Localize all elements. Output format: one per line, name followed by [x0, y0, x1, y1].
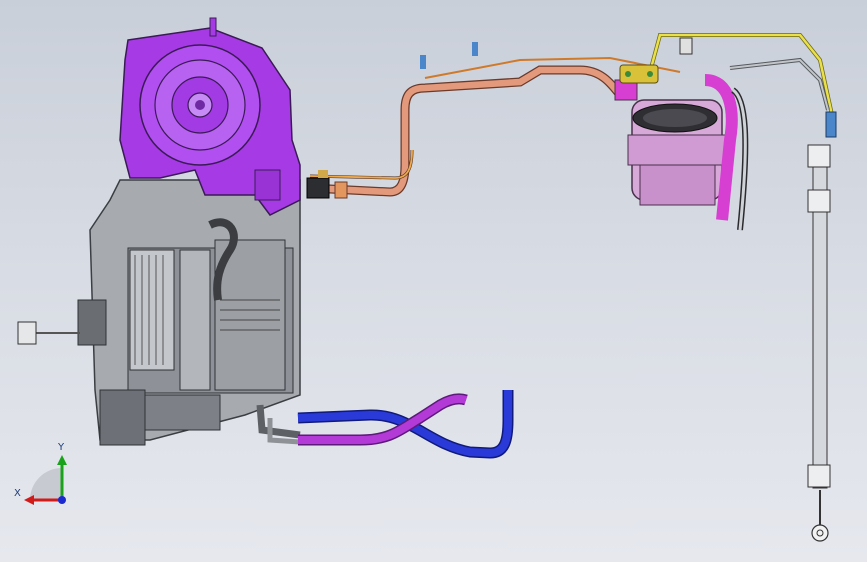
x-axis-label: X	[14, 488, 21, 499]
y-axis-label: Y	[58, 442, 65, 453]
axis-triad	[24, 455, 67, 505]
compressor[interactable]	[614, 79, 729, 206]
accumulator-rod[interactable]	[807, 144, 831, 542]
heater-hoses[interactable]	[256, 390, 514, 459]
z-axis-dot	[58, 496, 66, 504]
assembly-model[interactable]	[0, 0, 867, 562]
model-viewport[interactable]: Y X	[0, 0, 867, 562]
